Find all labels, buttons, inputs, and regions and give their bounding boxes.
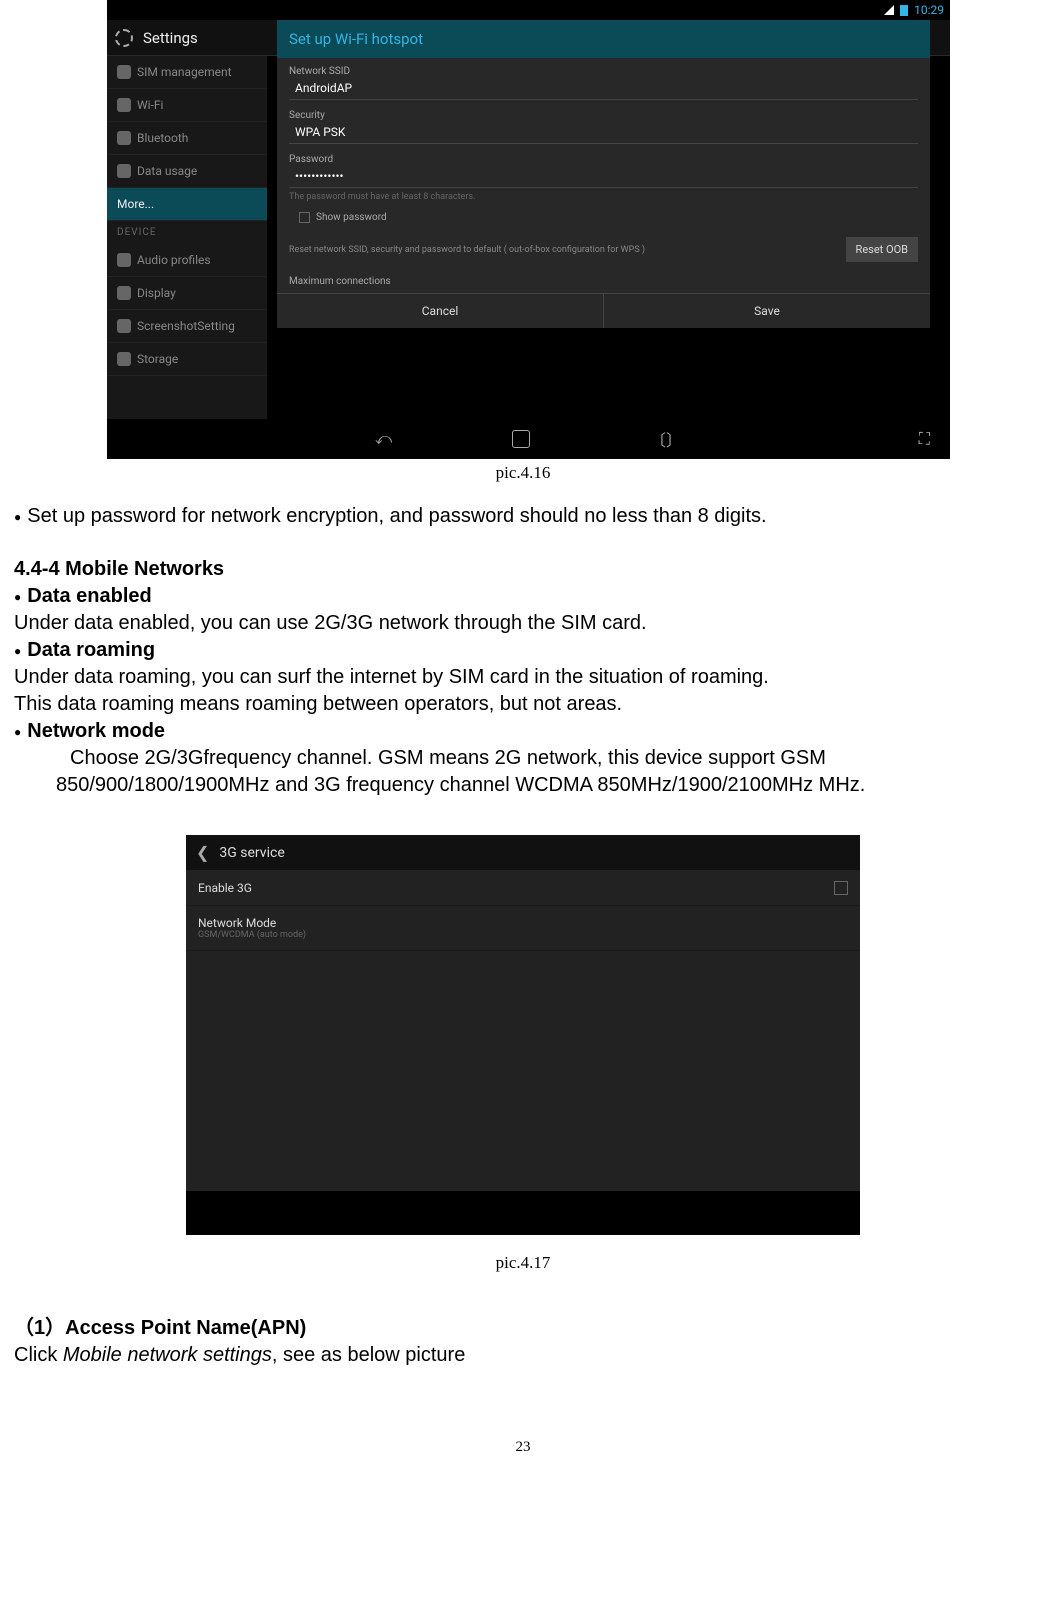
- audio-icon: [117, 253, 131, 267]
- row-label: Network Mode: [198, 916, 306, 930]
- max-connections-label: Maximum connections: [289, 268, 918, 287]
- text-line: Network mode: [27, 718, 165, 745]
- statusbar-time: 10:29: [914, 3, 944, 17]
- sidebar-item-display[interactable]: Display: [107, 277, 267, 310]
- text-data-roaming-1: Under data roaming, you can surf the int…: [14, 664, 1032, 691]
- dialog-title: Set up Wi-Fi hotspot: [277, 20, 930, 58]
- row-network-mode[interactable]: Network Mode GSM/WCDMA (auto mode): [186, 906, 860, 951]
- back-icon[interactable]: [375, 429, 392, 449]
- text-fragment: Click: [14, 1344, 63, 1366]
- sidebar-item-wifi[interactable]: Wi-Fi: [107, 89, 267, 122]
- sidebar-item-label: Data usage: [137, 164, 197, 178]
- row-enable-3g[interactable]: Enable 3G: [186, 871, 860, 906]
- battery-icon: [900, 5, 908, 16]
- sidebar-item-storage[interactable]: Storage: [107, 343, 267, 376]
- ssid-input[interactable]: AndroidAP: [289, 77, 918, 100]
- fullscreen-icon[interactable]: [919, 429, 930, 449]
- sidebar-item-bluetooth[interactable]: Bluetooth: [107, 122, 267, 155]
- home-icon[interactable]: [512, 430, 530, 448]
- heading-apn: （1）Access Point Name(APN): [14, 1315, 1032, 1342]
- ssid-label: Network SSID: [289, 58, 918, 77]
- bullet-network-mode: Network mode: [14, 718, 1032, 745]
- text-data-enabled: Under data enabled, you can use 2G/3G ne…: [14, 610, 1032, 637]
- figure-caption-2: pic.4.17: [14, 1253, 1032, 1273]
- sidebar-item-sim[interactable]: SIM management: [107, 56, 267, 89]
- sim-icon: [117, 65, 131, 79]
- sidebar-item-audio[interactable]: Audio profiles: [107, 244, 267, 277]
- wifi-hotspot-dialog: Set up Wi-Fi hotspot Network SSID Androi…: [277, 20, 930, 328]
- display-icon: [117, 286, 131, 300]
- sidebar-item-data-usage[interactable]: Data usage: [107, 155, 267, 188]
- storage-icon: [117, 352, 131, 366]
- bullet-data-enabled: Data enabled: [14, 583, 1032, 610]
- text-network-mode-2: 850/900/1800/1900MHz and 3G frequency ch…: [56, 772, 1032, 799]
- sidebar-item-screenshot[interactable]: ScreenshotSetting: [107, 310, 267, 343]
- text-line: Data enabled: [27, 583, 151, 610]
- bullet-setup-password: Set up password for network encryption, …: [14, 503, 1032, 530]
- android-statusbar: 10:29: [107, 0, 950, 20]
- settings-title: Settings: [143, 29, 198, 47]
- sidebar-item-label: Wi-Fi: [137, 98, 163, 112]
- android-navbar: [107, 419, 950, 459]
- sidebar-item-label: Display: [137, 286, 176, 300]
- row-label: Enable 3G: [198, 881, 252, 895]
- wifi-icon: [117, 98, 131, 112]
- text-line: Data roaming: [27, 637, 155, 664]
- camera-icon: [117, 319, 131, 333]
- text-data-roaming-2: This data roaming means roaming between …: [14, 691, 1032, 718]
- page-number: 23: [14, 1439, 1032, 1456]
- text-fragment: , see as below picture: [272, 1344, 465, 1366]
- sidebar-item-label: ScreenshotSetting: [137, 319, 235, 333]
- sidebar-item-label: Bluetooth: [137, 131, 188, 145]
- bluetooth-icon: [117, 131, 131, 145]
- sidebar-item-label: More...: [117, 197, 154, 211]
- screenshot-3g-service: ❮ 3G service Enable 3G Network Mode GSM/…: [186, 835, 860, 1235]
- sidebar-category-device: DEVICE: [107, 221, 267, 244]
- signal-icon: [884, 5, 894, 15]
- recent-apps-icon[interactable]: [650, 427, 682, 451]
- text-fragment-italic: Mobile network settings: [63, 1344, 272, 1366]
- reset-description: Reset network SSID, security and passwor…: [289, 245, 846, 255]
- text-network-mode-1: Choose 2G/3Gfrequency channel. GSM means…: [70, 745, 1032, 772]
- password-label: Password: [289, 146, 918, 165]
- show-password-label: Show password: [316, 212, 387, 223]
- screen-title: 3G service: [219, 845, 284, 861]
- data-icon: [117, 164, 131, 178]
- reset-oob-button[interactable]: Reset OOB: [846, 237, 918, 262]
- text-apn: Click Mobile network settings, see as be…: [14, 1342, 1032, 1369]
- gear-icon: [115, 29, 133, 47]
- cancel-button[interactable]: Cancel: [277, 294, 604, 328]
- screenshot-wifi-hotspot: 10:29 Settings SIM management Wi-Fi Blue…: [107, 0, 950, 459]
- password-hint: The password must have at least 8 charac…: [289, 190, 918, 208]
- settings-sidebar: SIM management Wi-Fi Bluetooth Data usag…: [107, 56, 267, 459]
- sidebar-item-label: Storage: [137, 352, 178, 366]
- save-button[interactable]: Save: [604, 294, 930, 328]
- section-heading-444: 4.4-4 Mobile Networks: [14, 556, 1032, 583]
- password-input[interactable]: ••••••••••••: [289, 165, 918, 188]
- sidebar-item-label: Audio profiles: [137, 253, 211, 267]
- show-password-checkbox[interactable]: Show password: [289, 208, 918, 231]
- security-label: Security: [289, 102, 918, 121]
- security-select[interactable]: WPA PSK: [289, 121, 918, 144]
- figure-caption-1: pic.4.16: [14, 463, 1032, 483]
- checkbox-icon[interactable]: [834, 881, 848, 895]
- row-subtitle: GSM/WCDMA (auto mode): [198, 930, 306, 940]
- bullet-data-roaming: Data roaming: [14, 637, 1032, 664]
- checkbox-icon: [299, 212, 310, 223]
- sidebar-item-more[interactable]: More...: [107, 188, 267, 221]
- back-chevron-icon[interactable]: ❮: [196, 843, 209, 862]
- text-line: Set up password for network encryption, …: [27, 503, 766, 530]
- screen-header: ❮ 3G service: [186, 835, 860, 871]
- sidebar-item-label: SIM management: [137, 65, 232, 79]
